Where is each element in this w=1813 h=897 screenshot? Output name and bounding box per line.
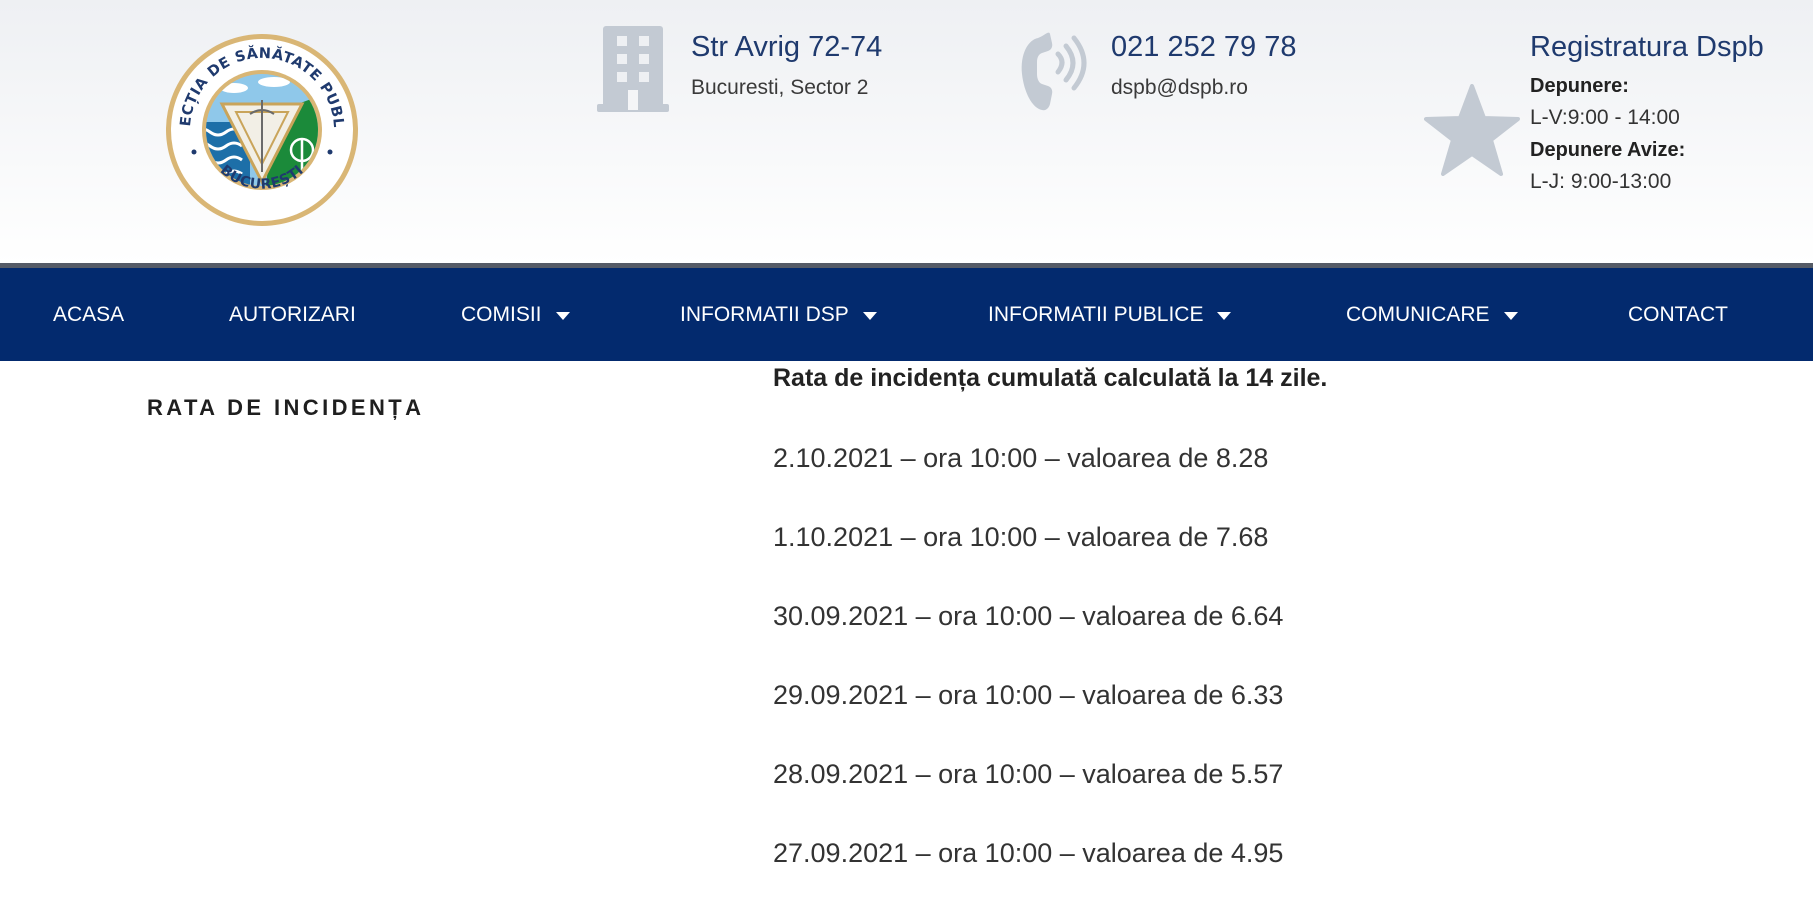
chevron-down-icon	[555, 311, 570, 320]
registry-line2-label: Depunere Avize:	[1530, 139, 1686, 161]
nav-item-comunicare[interactable]: COMUNICARE	[1346, 268, 1518, 361]
nav-item-acasa[interactable]: ACASA	[53, 268, 124, 361]
nav-item-comisii[interactable]: COMISII	[461, 268, 570, 361]
phone-icon	[1021, 32, 1087, 111]
dsp-logo[interactable]: DIRECȚIA DE SĂNĂTATE PUBLICĂ BUCUREȘTI	[164, 32, 360, 228]
building-icon	[597, 26, 669, 112]
registry-line1-value: L-V:9:00 - 14:00	[1530, 106, 1680, 129]
list-item: 1.10.2021 – ora 10:00 – valoarea de 7.68	[773, 522, 1269, 552]
address-block: Str Avrig 72-74 Bucuresti, Sector 2	[691, 30, 882, 102]
registry-block: Registratura Dspb Depunere: L-V:9:00 - 1…	[1530, 30, 1764, 198]
list-item: 29.09.2021 – ora 10:00 – valoarea de 6.3…	[773, 680, 1284, 710]
nav-item-autorizari[interactable]: AUTORIZARI	[229, 268, 356, 361]
list-item: 30.09.2021 – ora 10:00 – valoarea de 6.6…	[773, 601, 1284, 631]
chevron-down-icon	[862, 311, 877, 320]
page-title: RATA DE INCIDENȚA	[147, 395, 425, 420]
list-item: 2.10.2021 – ora 10:00 – valoarea de 8.28	[773, 443, 1269, 473]
address-sub: Bucuresti, Sector 2	[691, 76, 869, 99]
list-item: 27.09.2021 – ora 10:00 – valoarea de 4.9…	[773, 838, 1284, 868]
nav-item-label: COMUNICARE	[1346, 302, 1490, 326]
phone-number[interactable]: 021 252 79 78	[1111, 30, 1296, 64]
content-heading: Rata de incidența cumulată calculată la …	[773, 364, 1328, 392]
registry-line1-label: Depunere:	[1530, 75, 1629, 97]
chevron-down-icon	[1503, 311, 1518, 320]
email-link[interactable]: dspb@dspb.ro	[1111, 74, 1296, 102]
nav-item-label: AUTORIZARI	[229, 302, 356, 326]
main-navigation: ACASA AUTORIZARI COMISII INFORMATII DSP …	[0, 268, 1813, 361]
nav-item-label: INFORMATII DSP	[680, 302, 849, 326]
nav-item-label: CONTACT	[1628, 302, 1728, 326]
nav-item-label: INFORMATII PUBLICE	[988, 302, 1204, 326]
nav-item-contact[interactable]: CONTACT	[1628, 268, 1728, 361]
nav-item-informatii-dsp[interactable]: INFORMATII DSP	[680, 268, 877, 361]
star-icon	[1424, 84, 1520, 176]
site-header: DIRECȚIA DE SĂNĂTATE PUBLICĂ BUCUREȘTI S…	[0, 0, 1813, 265]
phone-block: 021 252 79 78 dspb@dspb.ro	[1111, 30, 1296, 102]
list-item: 28.09.2021 – ora 10:00 – valoarea de 5.5…	[773, 759, 1284, 789]
chevron-down-icon	[1217, 311, 1232, 320]
address-title: Str Avrig 72-74	[691, 31, 883, 63]
nav-item-label: COMISII	[461, 302, 542, 326]
registry-line2-value: L-J: 9:00-13:00	[1530, 170, 1672, 193]
nav-item-label: ACASA	[53, 302, 125, 326]
registry-title: Registratura Dspb	[1530, 31, 1764, 63]
nav-item-informatii-publice[interactable]: INFORMATII PUBLICE	[988, 268, 1232, 361]
